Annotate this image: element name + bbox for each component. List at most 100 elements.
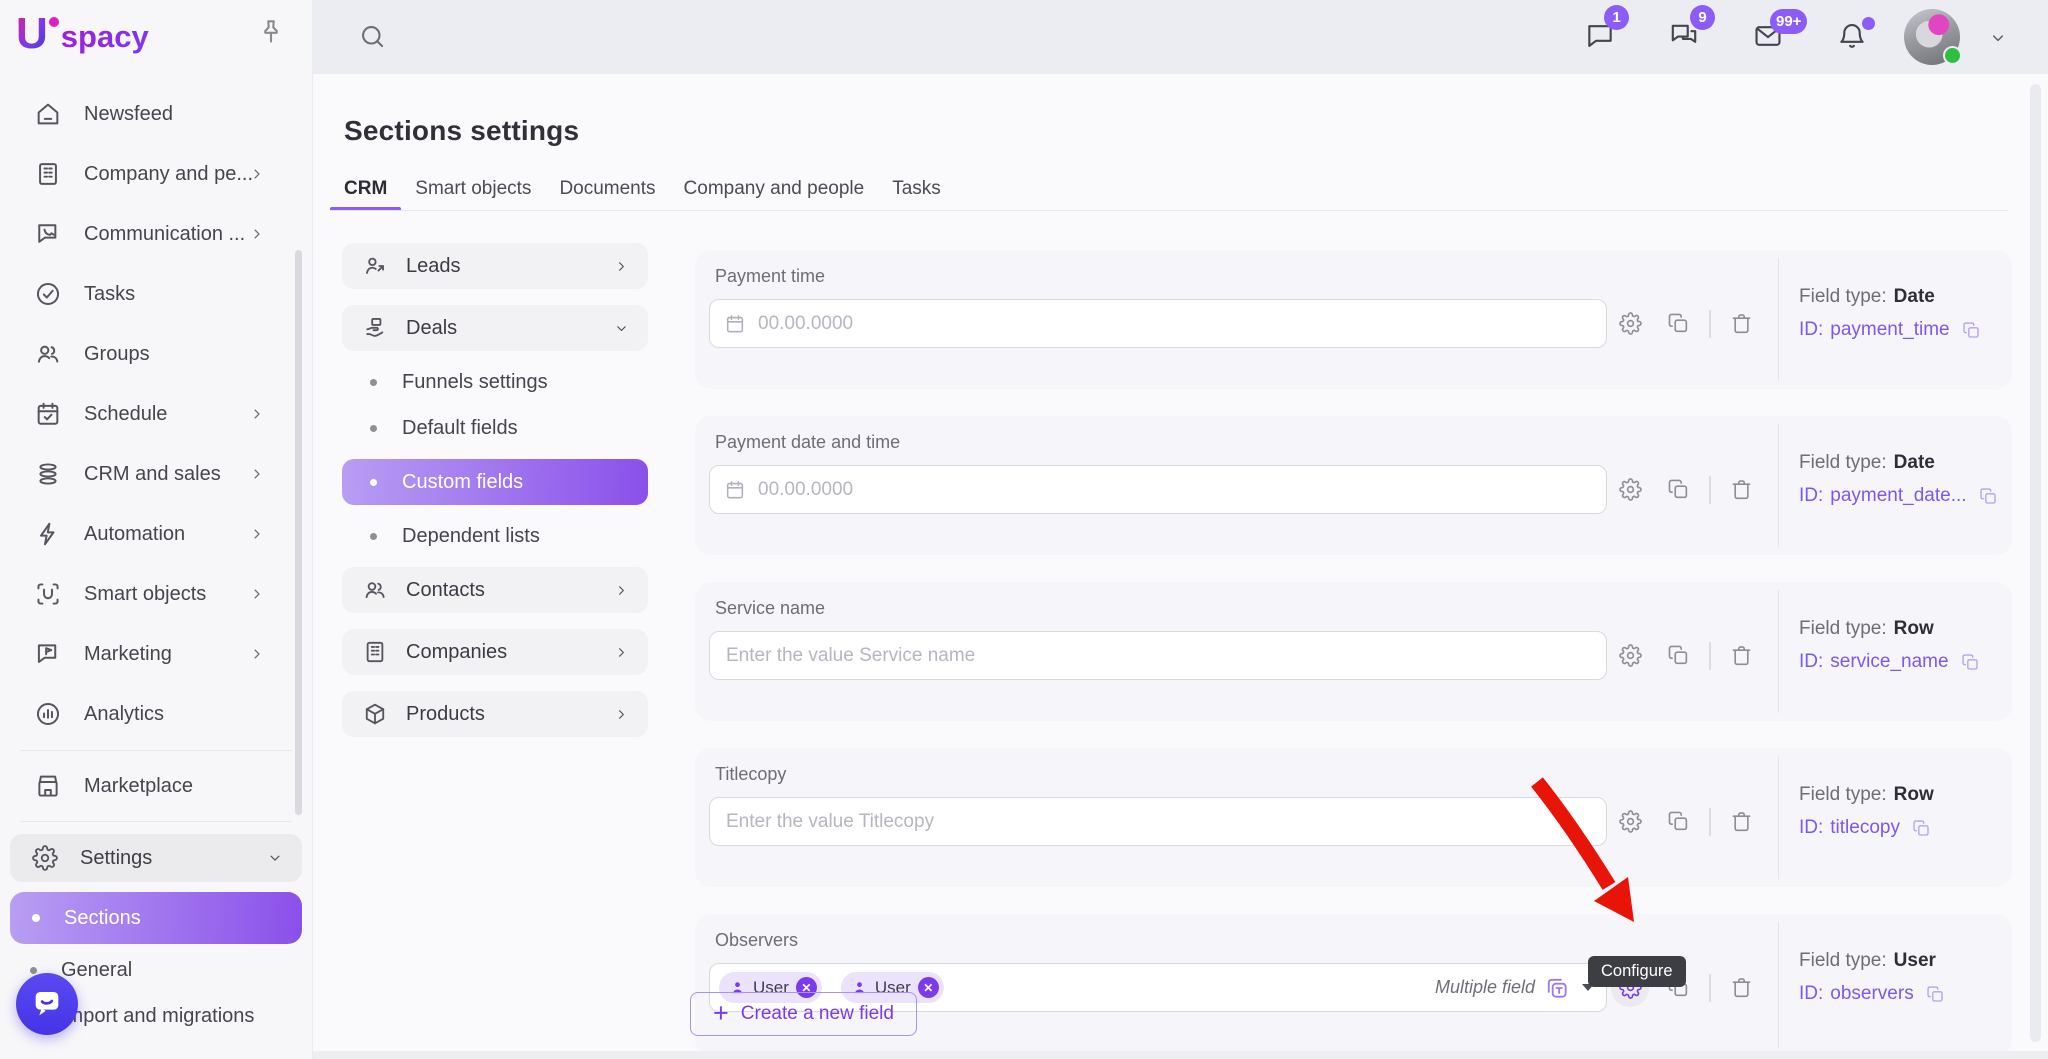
field-info: Field type:Row ID:titlecopy — [1799, 784, 1934, 839]
row-divider — [1778, 424, 1779, 547]
sidebar-item-company-and-people[interactable]: Company and pe... — [0, 144, 312, 204]
pin-sidebar-button[interactable] — [256, 17, 286, 47]
nav-item-products[interactable]: Products — [342, 691, 648, 737]
sidebar-item-label: Settings — [80, 847, 152, 870]
sidebar-item-crm-and-sales[interactable]: CRM and sales — [0, 444, 312, 504]
bullet-icon — [30, 967, 37, 974]
field-id[interactable]: ID:service_name — [1799, 651, 1980, 673]
field-id[interactable]: ID:payment_date... — [1799, 485, 1998, 507]
support-chat-launcher-button[interactable] — [16, 973, 78, 1035]
logo-mark: U — [16, 12, 48, 56]
bullet-icon — [370, 425, 377, 432]
configure-button[interactable] — [1611, 305, 1649, 343]
chevron-right-icon — [613, 706, 630, 723]
duplicate-button[interactable] — [1659, 471, 1697, 509]
payment-time-input[interactable] — [756, 312, 1594, 336]
sidebar-item-marketplace[interactable]: Marketplace — [0, 757, 312, 815]
nav-item-deals[interactable]: Deals — [342, 305, 648, 351]
sidebar-item-automation[interactable]: Automation — [0, 504, 312, 564]
create-new-field-label: Create a new field — [741, 1003, 894, 1025]
delete-button[interactable] — [1723, 471, 1761, 509]
nav-item-custom-fields[interactable]: Custom fields — [342, 459, 648, 505]
nav-item-dependent-lists[interactable]: Dependent lists — [342, 521, 648, 551]
row-divider — [1778, 590, 1779, 713]
remove-chip-icon[interactable]: ✕ — [918, 977, 939, 998]
gear-icon — [1619, 478, 1642, 501]
field-row-titlecopy: Titlecopy Field type:Row ID:titlecopy — [695, 748, 2012, 887]
configure-button[interactable] — [1611, 471, 1649, 509]
multiple-field-label: Multiple field — [1435, 977, 1535, 998]
sidebar-item-analytics[interactable]: Analytics — [0, 684, 312, 744]
sidebar-item-label: Communication ... — [84, 223, 245, 246]
field-label: Payment date and time — [709, 432, 2012, 453]
duplicate-button[interactable] — [1659, 637, 1697, 675]
gear-icon — [1619, 810, 1642, 833]
titlecopy-input[interactable] — [724, 810, 1594, 834]
sidebar-scrollbar[interactable] — [295, 250, 302, 815]
sidebar-item-smart-objects[interactable]: Smart objects — [0, 564, 312, 624]
section-tabs: CRM Smart objects Documents Company and … — [330, 168, 955, 210]
chevron-right-icon — [248, 645, 266, 663]
duplicate-button[interactable] — [1659, 305, 1697, 343]
tab-crm[interactable]: CRM — [330, 168, 401, 210]
nav-item-default-fields[interactable]: Default fields — [342, 413, 648, 443]
tab-tasks[interactable]: Tasks — [878, 168, 955, 210]
sidebar-item-tasks[interactable]: Tasks — [0, 264, 312, 324]
sidebar-item-label: Sections — [64, 907, 141, 930]
copy-id-icon[interactable] — [1962, 321, 1981, 340]
copy-id-icon[interactable] — [1979, 487, 1998, 506]
sidebar-item-settings[interactable]: Settings — [10, 834, 302, 882]
field-id-label: ID: — [1799, 651, 1823, 673]
copy-id-icon[interactable] — [1961, 653, 1980, 672]
sidebar-item-marketing[interactable]: Marketing — [0, 624, 312, 684]
field-label: Service name — [709, 598, 2012, 619]
tab-documents[interactable]: Documents — [545, 168, 669, 210]
uspacy-logo[interactable]: U spacy — [16, 12, 149, 56]
sidebar-item-newsfeed[interactable]: Newsfeed — [0, 84, 312, 144]
delete-button[interactable] — [1723, 969, 1761, 1007]
profile-menu-button[interactable] — [1988, 28, 2008, 48]
service-name-input[interactable] — [724, 644, 1594, 668]
tabs-divider — [330, 210, 2008, 211]
copy-id-icon[interactable] — [1912, 819, 1931, 838]
nav-item-companies[interactable]: Companies — [342, 629, 648, 675]
lead-person-icon — [362, 253, 388, 279]
configure-button[interactable] — [1611, 637, 1649, 675]
delete-button[interactable] — [1723, 637, 1761, 675]
delete-button[interactable] — [1723, 803, 1761, 841]
field-id[interactable]: ID:observers — [1799, 983, 1945, 1005]
field-type-label: Field type: — [1799, 950, 1887, 972]
payment-date-time-input[interactable] — [756, 478, 1594, 502]
search-button[interactable] — [358, 22, 388, 52]
home-icon — [34, 100, 62, 128]
duplicate-button[interactable] — [1659, 803, 1697, 841]
app-sidebar: U spacy Newsfeed Company and pe... Commu… — [0, 0, 313, 1059]
main-scrollbar[interactable] — [2030, 84, 2041, 1042]
field-id-label: ID: — [1799, 319, 1823, 341]
chat-phone-icon — [34, 220, 62, 248]
field-id[interactable]: ID:payment_time — [1799, 319, 1981, 341]
create-new-field-button[interactable]: + Create a new field — [690, 992, 917, 1036]
deal-hand-box-icon — [362, 315, 388, 341]
tab-smart-objects[interactable]: Smart objects — [401, 168, 545, 210]
crm-sections-nav: Leads Deals Funnels settings Default fie… — [342, 243, 648, 737]
sidebar-item-groups[interactable]: Groups — [0, 324, 312, 384]
nav-item-label: Dependent lists — [402, 525, 540, 548]
field-type-stack-icon — [1544, 975, 1570, 1001]
trash-icon — [1730, 810, 1753, 833]
copy-id-icon[interactable] — [1926, 985, 1945, 1004]
field-actions — [1611, 471, 1761, 509]
sidebar-item-communication[interactable]: Communication ... — [0, 204, 312, 264]
nav-item-leads[interactable]: Leads — [342, 243, 648, 289]
sidebar-item-schedule[interactable]: Schedule — [0, 384, 312, 444]
nav-item-contacts[interactable]: Contacts — [342, 567, 648, 613]
configure-button[interactable] — [1611, 803, 1649, 841]
user-avatar[interactable] — [1904, 9, 1960, 65]
nav-item-funnels-settings[interactable]: Funnels settings — [342, 367, 648, 397]
field-id[interactable]: ID:titlecopy — [1799, 817, 1934, 839]
people-icon — [34, 340, 62, 368]
tab-company-and-people[interactable]: Company and people — [670, 168, 879, 210]
delete-button[interactable] — [1723, 305, 1761, 343]
trash-icon — [1730, 312, 1753, 335]
sidebar-item-sections[interactable]: Sections — [10, 892, 302, 944]
